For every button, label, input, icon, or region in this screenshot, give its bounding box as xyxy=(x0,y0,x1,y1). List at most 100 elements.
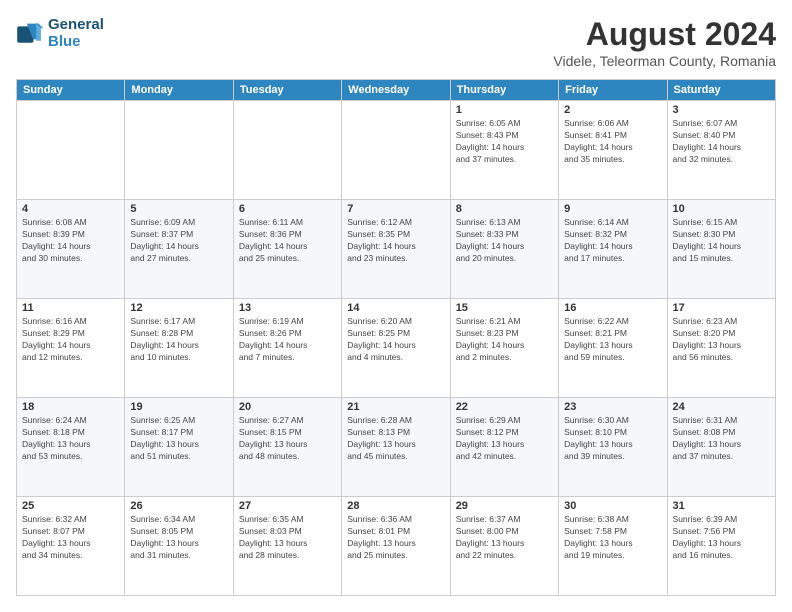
day-number: 22 xyxy=(456,401,553,413)
calendar-cell: 29 Sunrise: 6:37 AM Sunset: 8:00 PM Dayli… xyxy=(450,497,558,596)
day-info: Sunrise: 6:30 AM Sunset: 8:10 PM Dayligh… xyxy=(564,415,661,463)
day-info: Sunrise: 6:25 AM Sunset: 8:17 PM Dayligh… xyxy=(130,415,227,463)
day-number: 10 xyxy=(673,203,770,215)
day-number: 29 xyxy=(456,500,553,512)
day-info: Sunrise: 6:37 AM Sunset: 8:00 PM Dayligh… xyxy=(456,514,553,562)
day-info: Sunrise: 6:36 AM Sunset: 8:01 PM Dayligh… xyxy=(347,514,444,562)
day-info: Sunrise: 6:24 AM Sunset: 8:18 PM Dayligh… xyxy=(22,415,119,463)
calendar-week-1: 1Sunrise: 6:05 AM Sunset: 8:43 PM Daylig… xyxy=(17,101,776,200)
calendar-cell: 28 Sunrise: 6:36 AM Sunset: 8:01 PM Dayli… xyxy=(342,497,450,596)
day-info: Sunrise: 6:39 AM Sunset: 7:56 PM Dayligh… xyxy=(673,514,770,562)
day-info: Sunrise: 6:15 AM Sunset: 8:30 PM Dayligh… xyxy=(673,217,770,265)
calendar-cell: 5 Sunrise: 6:09 AM Sunset: 8:37 PM Daylig… xyxy=(125,200,233,299)
calendar-cell: 8 Sunrise: 6:13 AM Sunset: 8:33 PM Daylig… xyxy=(450,200,558,299)
calendar-cell: 23 Sunrise: 6:30 AM Sunset: 8:10 PM Dayli… xyxy=(559,398,667,497)
col-thursday: Thursday xyxy=(450,80,558,101)
day-number: 26 xyxy=(130,500,227,512)
day-number: 4 xyxy=(22,203,119,215)
day-info: Sunrise: 6:14 AM Sunset: 8:32 PM Dayligh… xyxy=(564,217,661,265)
calendar-cell: 27 Sunrise: 6:35 AM Sunset: 8:03 PM Dayli… xyxy=(233,497,341,596)
day-number: 27 xyxy=(239,500,336,512)
day-number: 23 xyxy=(564,401,661,413)
calendar-cell: 9Sunrise: 6:14 AM Sunset: 8:32 PM Daylig… xyxy=(559,200,667,299)
day-number: 28 xyxy=(347,500,444,512)
calendar-cell: 6 Sunrise: 6:11 AM Sunset: 8:36 PM Daylig… xyxy=(233,200,341,299)
col-saturday: Saturday xyxy=(667,80,775,101)
day-number: 15 xyxy=(456,302,553,314)
day-info: Sunrise: 6:07 AM Sunset: 8:40 PM Dayligh… xyxy=(673,118,770,166)
calendar-cell: 4Sunrise: 6:08 AM Sunset: 8:39 PM Daylig… xyxy=(17,200,125,299)
day-info: Sunrise: 6:28 AM Sunset: 8:13 PM Dayligh… xyxy=(347,415,444,463)
day-info: Sunrise: 6:05 AM Sunset: 8:43 PM Dayligh… xyxy=(456,118,553,166)
day-number: 6 xyxy=(239,203,336,215)
calendar-cell: 30Sunrise: 6:38 AM Sunset: 7:58 PM Dayli… xyxy=(559,497,667,596)
day-number: 18 xyxy=(22,401,119,413)
day-number: 3 xyxy=(673,104,770,116)
header-row: Sunday Monday Tuesday Wednesday Thursday… xyxy=(17,80,776,101)
day-number: 25 xyxy=(22,500,119,512)
calendar-cell: 17Sunrise: 6:23 AM Sunset: 8:20 PM Dayli… xyxy=(667,299,775,398)
logo: General Blue xyxy=(16,16,104,50)
day-number: 13 xyxy=(239,302,336,314)
calendar-cell: 24 Sunrise: 6:31 AM Sunset: 8:08 PM Dayli… xyxy=(667,398,775,497)
day-info: Sunrise: 6:35 AM Sunset: 8:03 PM Dayligh… xyxy=(239,514,336,562)
col-friday: Friday xyxy=(559,80,667,101)
day-info: Sunrise: 6:21 AM Sunset: 8:23 PM Dayligh… xyxy=(456,316,553,364)
day-info: Sunrise: 6:31 AM Sunset: 8:08 PM Dayligh… xyxy=(673,415,770,463)
calendar-cell: 12 Sunrise: 6:17 AM Sunset: 8:28 PM Dayli… xyxy=(125,299,233,398)
col-sunday: Sunday xyxy=(17,80,125,101)
day-number: 19 xyxy=(130,401,227,413)
calendar-cell: 10 Sunrise: 6:15 AM Sunset: 8:30 PM Dayli… xyxy=(667,200,775,299)
calendar-cell: 25 Sunrise: 6:32 AM Sunset: 8:07 PM Dayli… xyxy=(17,497,125,596)
day-number: 16 xyxy=(564,302,661,314)
logo-icon xyxy=(16,19,44,47)
day-info: Sunrise: 6:11 AM Sunset: 8:36 PM Dayligh… xyxy=(239,217,336,265)
calendar-week-2: 4Sunrise: 6:08 AM Sunset: 8:39 PM Daylig… xyxy=(17,200,776,299)
calendar-cell: 3 Sunrise: 6:07 AM Sunset: 8:40 PM Daylig… xyxy=(667,101,775,200)
day-info: Sunrise: 6:32 AM Sunset: 8:07 PM Dayligh… xyxy=(22,514,119,562)
day-info: Sunrise: 6:17 AM Sunset: 8:28 PM Dayligh… xyxy=(130,316,227,364)
day-number: 14 xyxy=(347,302,444,314)
month-title: August 2024 xyxy=(553,16,776,53)
calendar-week-3: 11 Sunrise: 6:16 AM Sunset: 8:29 PM Dayli… xyxy=(17,299,776,398)
day-number: 7 xyxy=(347,203,444,215)
day-info: Sunrise: 6:06 AM Sunset: 8:41 PM Dayligh… xyxy=(564,118,661,166)
day-info: Sunrise: 6:13 AM Sunset: 8:33 PM Dayligh… xyxy=(456,217,553,265)
calendar-week-4: 18 Sunrise: 6:24 AM Sunset: 8:18 PM Dayli… xyxy=(17,398,776,497)
header: General Blue August 2024 Videle, Teleorm… xyxy=(16,16,776,69)
col-tuesday: Tuesday xyxy=(233,80,341,101)
calendar-week-5: 25 Sunrise: 6:32 AM Sunset: 8:07 PM Dayli… xyxy=(17,497,776,596)
day-info: Sunrise: 6:16 AM Sunset: 8:29 PM Dayligh… xyxy=(22,316,119,364)
calendar-cell: 21 Sunrise: 6:28 AM Sunset: 8:13 PM Dayli… xyxy=(342,398,450,497)
day-number: 11 xyxy=(22,302,119,314)
calendar-cell xyxy=(17,101,125,200)
calendar-cell: 16 Sunrise: 6:22 AM Sunset: 8:21 PM Dayli… xyxy=(559,299,667,398)
calendar-cell: 15 Sunrise: 6:21 AM Sunset: 8:23 PM Dayli… xyxy=(450,299,558,398)
calendar: Sunday Monday Tuesday Wednesday Thursday… xyxy=(16,79,776,596)
day-info: Sunrise: 6:22 AM Sunset: 8:21 PM Dayligh… xyxy=(564,316,661,364)
calendar-table: Sunday Monday Tuesday Wednesday Thursday… xyxy=(16,79,776,596)
calendar-cell: 7Sunrise: 6:12 AM Sunset: 8:35 PM Daylig… xyxy=(342,200,450,299)
location: Videle, Teleorman County, Romania xyxy=(553,53,776,69)
calendar-cell: 19 Sunrise: 6:25 AM Sunset: 8:17 PM Dayli… xyxy=(125,398,233,497)
calendar-cell: 20Sunrise: 6:27 AM Sunset: 8:15 PM Dayli… xyxy=(233,398,341,497)
day-number: 12 xyxy=(130,302,227,314)
day-info: Sunrise: 6:20 AM Sunset: 8:25 PM Dayligh… xyxy=(347,316,444,364)
calendar-cell xyxy=(233,101,341,200)
calendar-cell: 11 Sunrise: 6:16 AM Sunset: 8:29 PM Dayli… xyxy=(17,299,125,398)
day-number: 30 xyxy=(564,500,661,512)
calendar-cell: 31Sunrise: 6:39 AM Sunset: 7:56 PM Dayli… xyxy=(667,497,775,596)
day-info: Sunrise: 6:09 AM Sunset: 8:37 PM Dayligh… xyxy=(130,217,227,265)
day-info: Sunrise: 6:27 AM Sunset: 8:15 PM Dayligh… xyxy=(239,415,336,463)
calendar-cell xyxy=(125,101,233,200)
calendar-cell: 14 Sunrise: 6:20 AM Sunset: 8:25 PM Dayli… xyxy=(342,299,450,398)
day-number: 5 xyxy=(130,203,227,215)
col-monday: Monday xyxy=(125,80,233,101)
col-wednesday: Wednesday xyxy=(342,80,450,101)
day-number: 24 xyxy=(673,401,770,413)
day-info: Sunrise: 6:34 AM Sunset: 8:05 PM Dayligh… xyxy=(130,514,227,562)
day-number: 21 xyxy=(347,401,444,413)
title-block: August 2024 Videle, Teleorman County, Ro… xyxy=(553,16,776,69)
day-number: 8 xyxy=(456,203,553,215)
calendar-cell xyxy=(342,101,450,200)
